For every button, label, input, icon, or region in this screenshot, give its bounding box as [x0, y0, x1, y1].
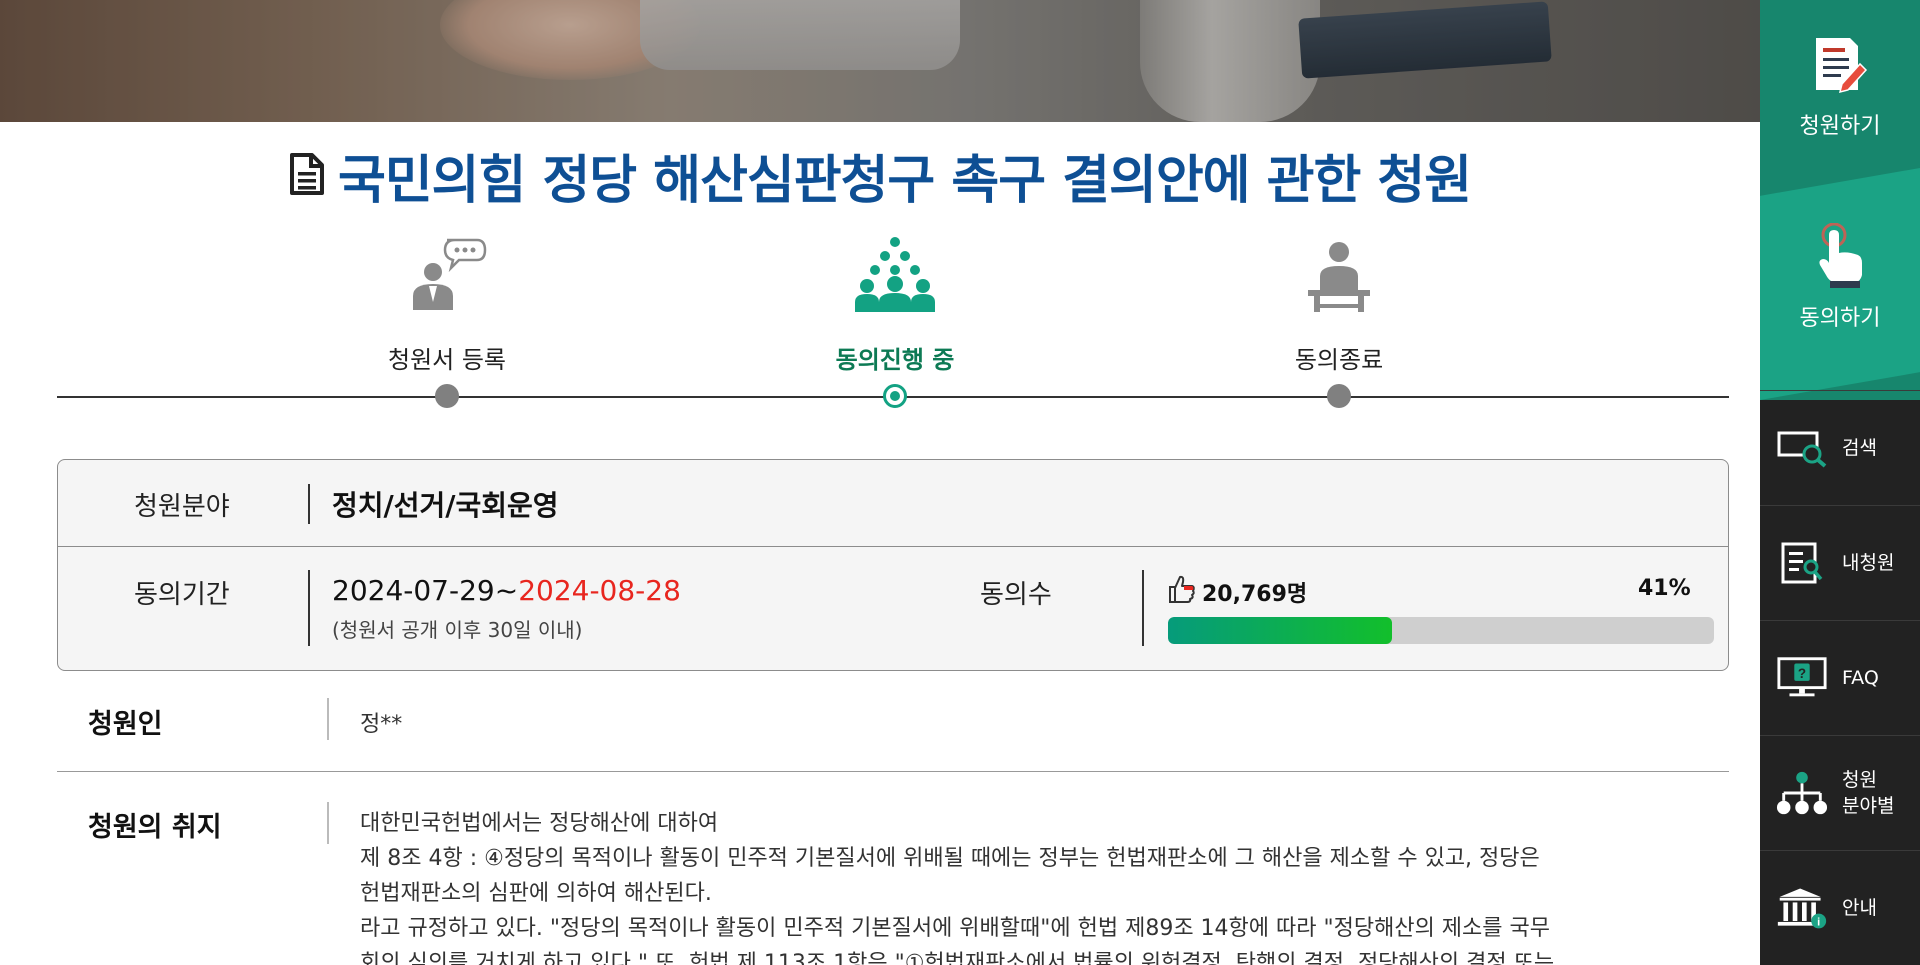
- agree-progress-bar: [1168, 617, 1714, 644]
- sidebar-label: 내청원: [1842, 552, 1895, 574]
- page-title: 국민의힘 정당 해산심판청구 촉구 결의안에 관한 청원: [337, 151, 1472, 211]
- sidebar-item-search[interactable]: 검색: [1760, 390, 1920, 505]
- right-sidebar: 청원하기 동의하기 검색 내청원 ? FAQ 청원 분야별 i 안내: [1760, 0, 1920, 965]
- petitioner-value: 정**: [360, 712, 403, 737]
- page-title-row: 국민의힘 정당 해산심판청구 촉구 결의안에 관한 청원: [0, 138, 1760, 213]
- period-note: (청원서 공개 이후 30일 이내): [332, 618, 583, 642]
- agree-percent: 41%: [1638, 576, 1691, 601]
- sidebar-item-write-petition[interactable]: 청원하기: [1760, 30, 1920, 140]
- period-start: 2024-07-29~: [332, 574, 519, 607]
- divider: [308, 570, 310, 646]
- agree-progress-fill: [1168, 617, 1392, 644]
- count-label: 동의수: [980, 580, 1052, 610]
- purpose-line: 제 8조 4항 : ④정당의 목적이나 활동이 민주적 기본질서에 위배될 때에…: [360, 846, 1540, 871]
- hero-banner: [0, 0, 1760, 122]
- divider: [1142, 570, 1144, 646]
- sidebar-item-faq[interactable]: ? FAQ: [1760, 620, 1920, 735]
- divider: [308, 484, 310, 524]
- field-row: 청원분야 정치/선거/국회운영: [58, 460, 1728, 547]
- purpose-line: 회의 심의를 거치게 하고 있다." 또, 헌법 제 113조 1항은 "①헌법…: [360, 951, 1555, 965]
- period-label: 동의기간: [134, 580, 230, 610]
- petition-info-box: 청원분야 정치/선거/국회운영 동의기간 2024-07-29~2024-08-…: [57, 459, 1729, 671]
- purpose-label: 청원의 취지: [88, 812, 222, 843]
- step-label: 동의종료: [1294, 346, 1384, 374]
- monitor-question-icon: ?: [1776, 655, 1828, 701]
- sidebar-item-by-category[interactable]: 청원 분야별: [1760, 735, 1920, 850]
- sidebar-label: 청원 분야별: [1842, 769, 1895, 817]
- sidebar-label: 동의하기: [1799, 306, 1881, 331]
- purpose-line: 라고 규정하고 있다. "정당의 목적이나 활동이 민주적 기본질서에 위배할때…: [360, 916, 1550, 941]
- sidebar-primary: 청원하기 동의하기: [1760, 0, 1920, 400]
- agree-count-value: 20,769명: [1202, 582, 1308, 607]
- speaker-icon: [317, 232, 577, 312]
- step-dot: [435, 384, 459, 408]
- sidebar-label: 청원하기: [1799, 114, 1881, 139]
- hierarchy-icon: [1776, 769, 1828, 817]
- purpose-line: 대한민국헌법에서는 정당해산에 대하여: [360, 811, 719, 836]
- sidebar-label: FAQ: [1842, 667, 1879, 689]
- my-petition-icon: [1776, 541, 1828, 585]
- sidebar-item-my-petition[interactable]: 내청원: [1760, 505, 1920, 620]
- purpose-line: 헌법재판소의 심판에 의하여 해산된다.: [360, 881, 712, 906]
- step-label: 청원서 등록: [387, 346, 507, 374]
- hand-pointer-icon: [1760, 222, 1920, 290]
- sidebar-item-guide[interactable]: i 안내: [1760, 850, 1920, 965]
- step-dot-active: [883, 384, 907, 408]
- step-dot: [1327, 384, 1351, 408]
- progress-steps: 청원서 등록 동의진행 중 동의종료: [57, 232, 1729, 412]
- step-in-progress: 동의진행 중: [765, 232, 1025, 408]
- period-end: 2024-08-28: [518, 574, 681, 607]
- svg-text:?: ?: [1798, 666, 1806, 681]
- document-pen-icon: [1760, 30, 1920, 98]
- section-divider: [57, 771, 1729, 772]
- step-registered: 청원서 등록: [317, 232, 577, 408]
- step-closed: 동의종료: [1209, 232, 1469, 408]
- thumbs-up-icon: [1168, 574, 1196, 610]
- field-label: 청원분야: [134, 492, 230, 522]
- search-icon: [1776, 428, 1828, 468]
- step-label: 동의진행 중: [835, 346, 955, 374]
- petitioner-label: 청원인: [88, 709, 163, 740]
- document-icon: [289, 152, 325, 200]
- sidebar-item-agree[interactable]: 동의하기: [1760, 222, 1920, 332]
- group-icon: [765, 232, 1025, 312]
- svg-text:i: i: [1817, 917, 1820, 929]
- building-info-icon: i: [1776, 884, 1828, 932]
- purpose-text: 대한민국헌법에서는 정당해산에 대하여 제 8조 4항 : ④정당의 목적이나 …: [360, 806, 1660, 965]
- divider: [327, 698, 329, 740]
- podium-icon: [1209, 232, 1469, 312]
- divider: [327, 802, 329, 844]
- sidebar-label: 안내: [1842, 897, 1877, 919]
- agree-count: 20,769명: [1168, 574, 1307, 610]
- sidebar-label: 검색: [1842, 437, 1877, 459]
- field-value: 정치/선거/국회운영: [332, 489, 559, 522]
- period-value: 2024-07-29~2024-08-28: [332, 574, 681, 607]
